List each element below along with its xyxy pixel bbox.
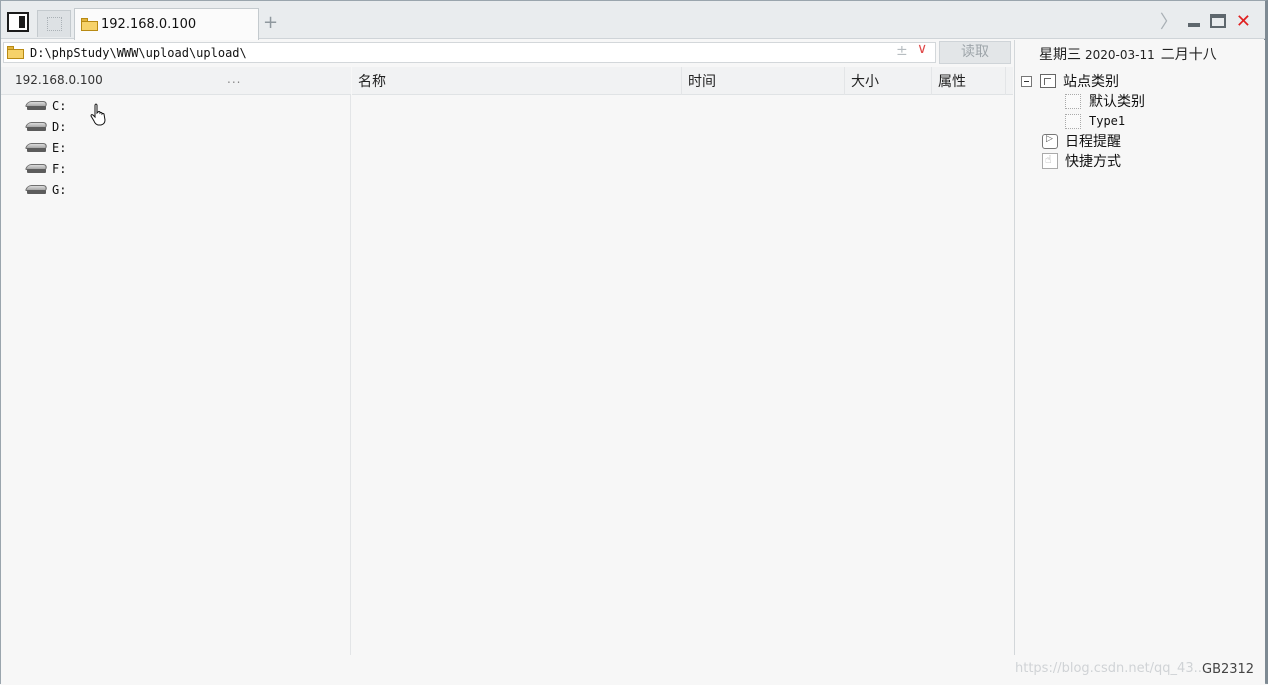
tree-schedule[interactable]: 日程提醒: [1042, 131, 1121, 151]
path-input[interactable]: D:\phpStudy\WWW\upload\upload\: [3, 42, 936, 63]
tree-shortcut[interactable]: 快捷方式: [1042, 151, 1121, 171]
close-button[interactable]: ✕: [1236, 11, 1251, 32]
hard-drive-icon: [25, 143, 48, 153]
hard-drive-icon: [25, 164, 48, 174]
calendar-icon: [1042, 133, 1058, 149]
app-window: 192.168.0.100 + 〉 ✕ D:\phpStudy\WWW\uplo…: [0, 0, 1268, 685]
lunar-date: 二月十八: [1160, 47, 1217, 63]
drive-label: D:: [52, 120, 67, 134]
plus-minus-button[interactable]: ±: [896, 43, 908, 59]
drive-label: F:: [52, 162, 67, 176]
tree-label: 日程提醒: [1065, 134, 1121, 150]
drive-label: G:: [52, 183, 67, 197]
hand-cursor-icon: [90, 103, 106, 126]
more-button[interactable]: ...: [227, 72, 241, 86]
drive-tree: C: D: E: F: G:: [1, 95, 351, 655]
tree-label: Type1: [1089, 114, 1126, 128]
maximize-button[interactable]: [1209, 14, 1226, 28]
folder-icon: [81, 18, 98, 31]
file-list[interactable]: [352, 95, 1013, 655]
placeholder-icon: [1065, 93, 1081, 109]
column-time[interactable]: 时间: [682, 67, 845, 95]
drive-label: E:: [52, 141, 67, 155]
drive-item-f[interactable]: F:: [25, 159, 67, 179]
encoding-label[interactable]: GB2312: [1202, 662, 1254, 677]
hard-drive-icon: [25, 101, 48, 111]
drive-label: C:: [52, 99, 67, 113]
date: 2020-03-11: [1085, 48, 1155, 62]
column-attributes[interactable]: 属性: [932, 67, 1006, 95]
category-icon: [1040, 74, 1056, 88]
collapse-icon[interactable]: [1021, 75, 1032, 87]
read-button[interactable]: 读取: [939, 41, 1011, 64]
tree-label: 快捷方式: [1065, 154, 1121, 170]
file-list-header: 名称 时间 大小 属性: [352, 67, 1013, 95]
tree-label: 默认类别: [1089, 94, 1145, 110]
folder-icon: [7, 46, 24, 59]
tab-label: 192.168.0.100: [101, 17, 197, 32]
tree-label: 站点类别: [1063, 74, 1119, 90]
address-bar: D:\phpStudy\WWW\upload\upload\ ± ∨ 读取: [1, 40, 1013, 65]
blank-page-icon: [47, 17, 62, 31]
window-controls: 〉 ✕: [1160, 8, 1251, 34]
hard-drive-icon: [25, 122, 48, 132]
placeholder-icon: [1065, 113, 1081, 129]
column-name[interactable]: 名称: [352, 67, 682, 95]
host-label: 192.168.0.100: [15, 73, 103, 87]
drive-item-d[interactable]: D:: [25, 117, 67, 137]
watermark: https://blog.csdn.net/qq_43...: [1015, 661, 1207, 676]
weekday: 星期三: [1039, 47, 1081, 63]
chevron-down-icon[interactable]: ∨: [917, 41, 927, 57]
right-panel: 星期三 2020-03-11 二月十八 站点类别 默认类别 Type1 日程提醒 快…: [1014, 40, 1265, 655]
hard-drive-icon: [25, 185, 48, 195]
left-pane-header: 192.168.0.100 ...: [1, 67, 351, 95]
tab-bar: 192.168.0.100 + 〉 ✕: [1, 1, 1265, 40]
tab-placeholder[interactable]: [37, 10, 71, 37]
date-display: 星期三 2020-03-11 二月十八: [1039, 44, 1217, 64]
tab-host[interactable]: 192.168.0.100: [74, 8, 259, 40]
new-tab-button[interactable]: +: [263, 12, 278, 33]
column-size[interactable]: 大小: [845, 67, 932, 95]
sidebar-toggle-button[interactable]: [7, 12, 29, 32]
tree-type1[interactable]: Type1: [1065, 111, 1125, 131]
drive-item-c[interactable]: C:: [25, 96, 67, 116]
tree-site-category[interactable]: 站点类别: [1021, 71, 1119, 91]
drive-item-g[interactable]: G:: [25, 180, 67, 200]
shortcut-icon: [1042, 153, 1058, 169]
panel-icon: [19, 16, 25, 28]
path-text: D:\phpStudy\WWW\upload\upload\: [30, 45, 247, 60]
minimize-button[interactable]: [1187, 23, 1200, 27]
tree-default-category[interactable]: 默认类别: [1065, 91, 1145, 111]
chevron-right-icon[interactable]: 〉: [1160, 8, 1178, 34]
drive-item-e[interactable]: E:: [25, 138, 67, 158]
